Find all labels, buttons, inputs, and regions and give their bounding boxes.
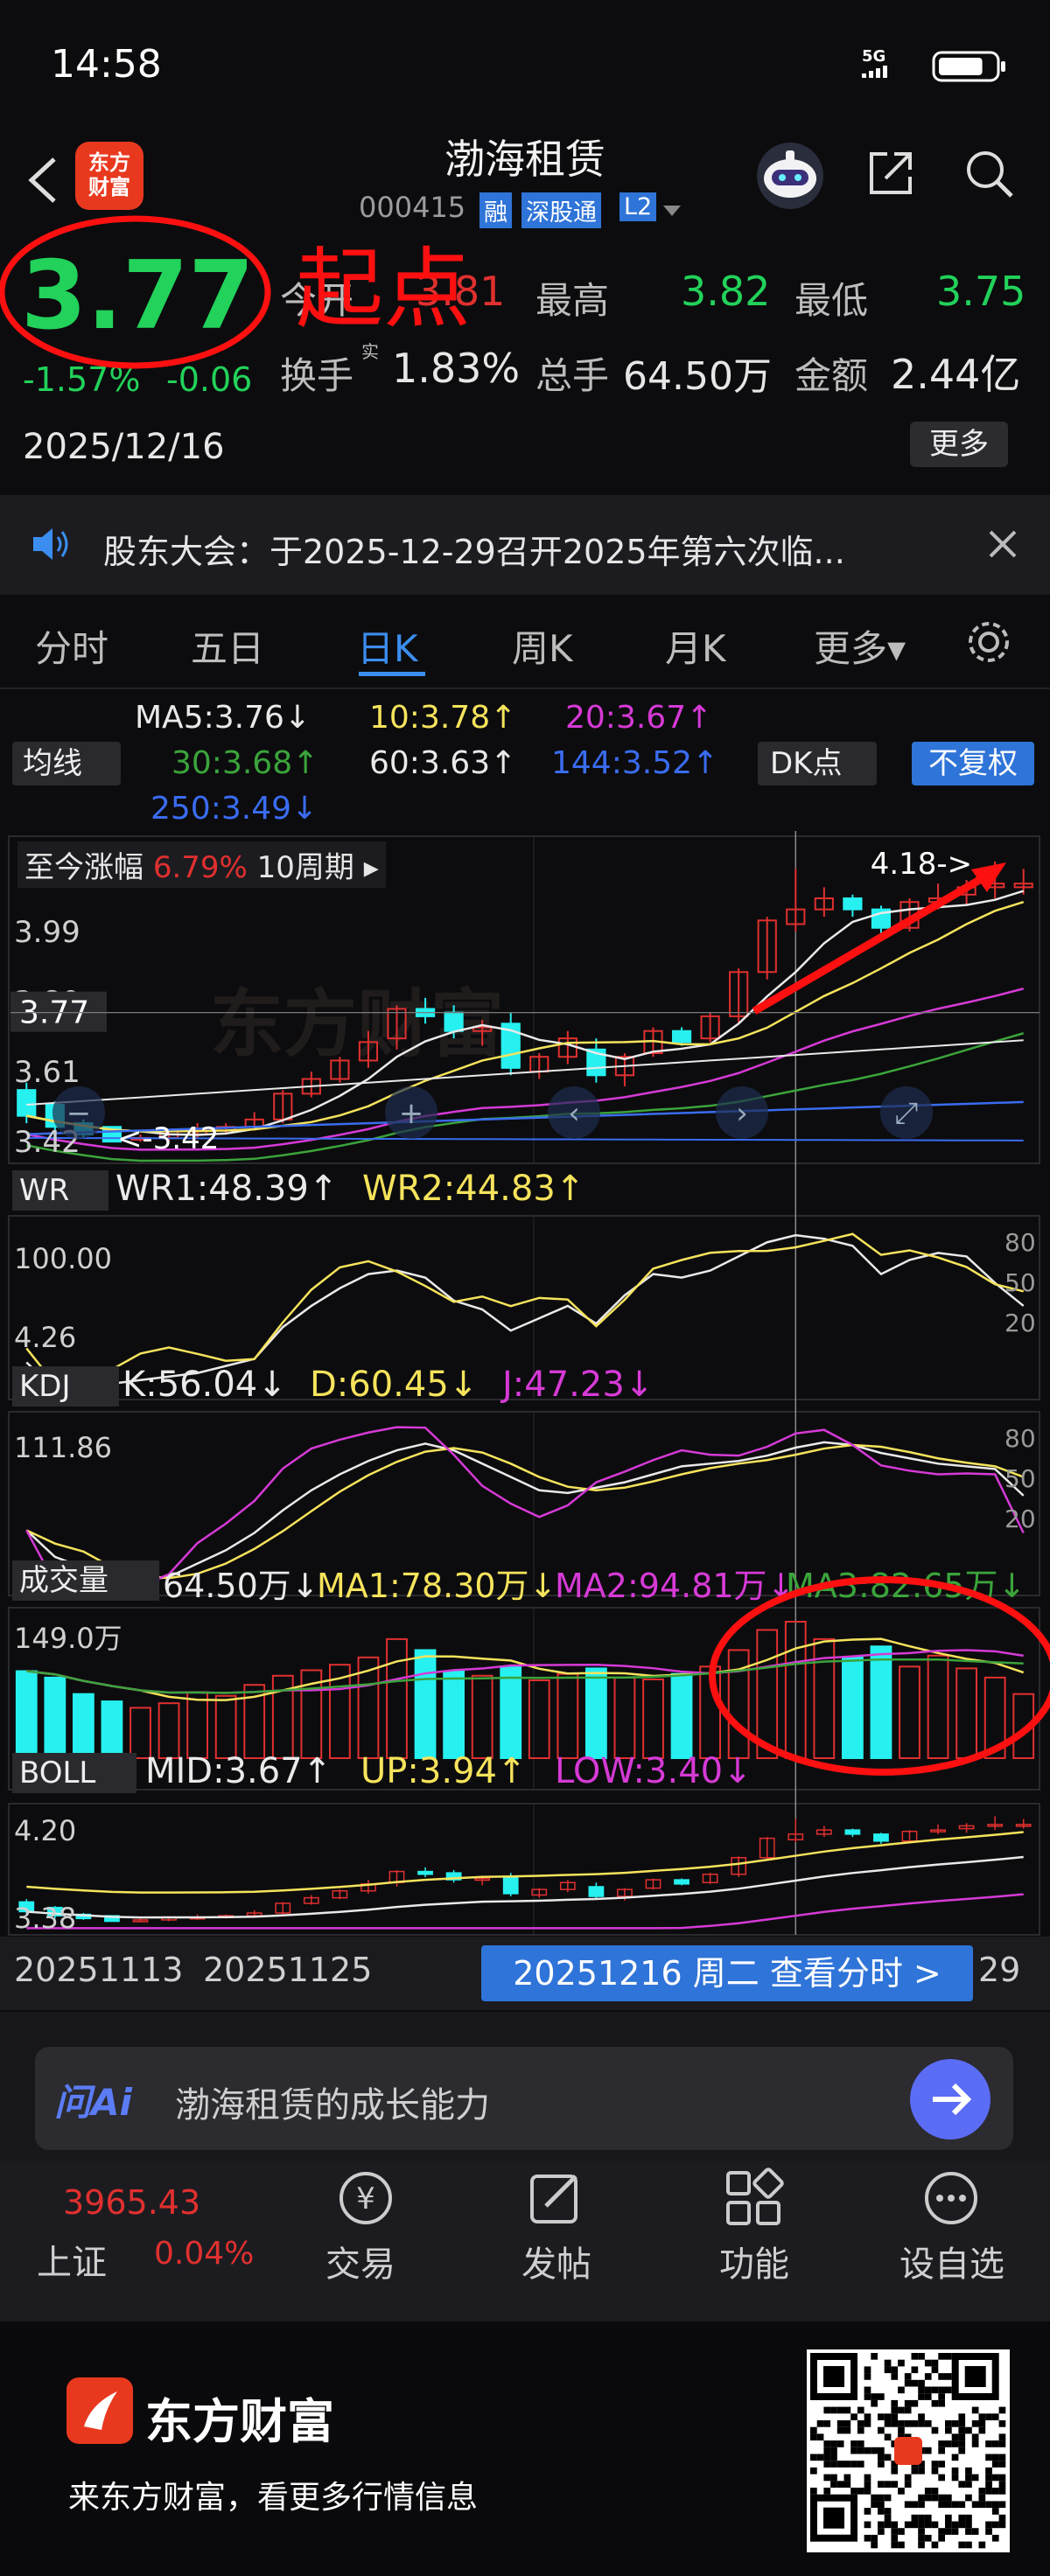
annotation-volume-circle — [709, 1576, 1050, 1776]
annotation-layer — [709, 862, 1050, 1776]
annotation-arrow — [752, 866, 1000, 1015]
